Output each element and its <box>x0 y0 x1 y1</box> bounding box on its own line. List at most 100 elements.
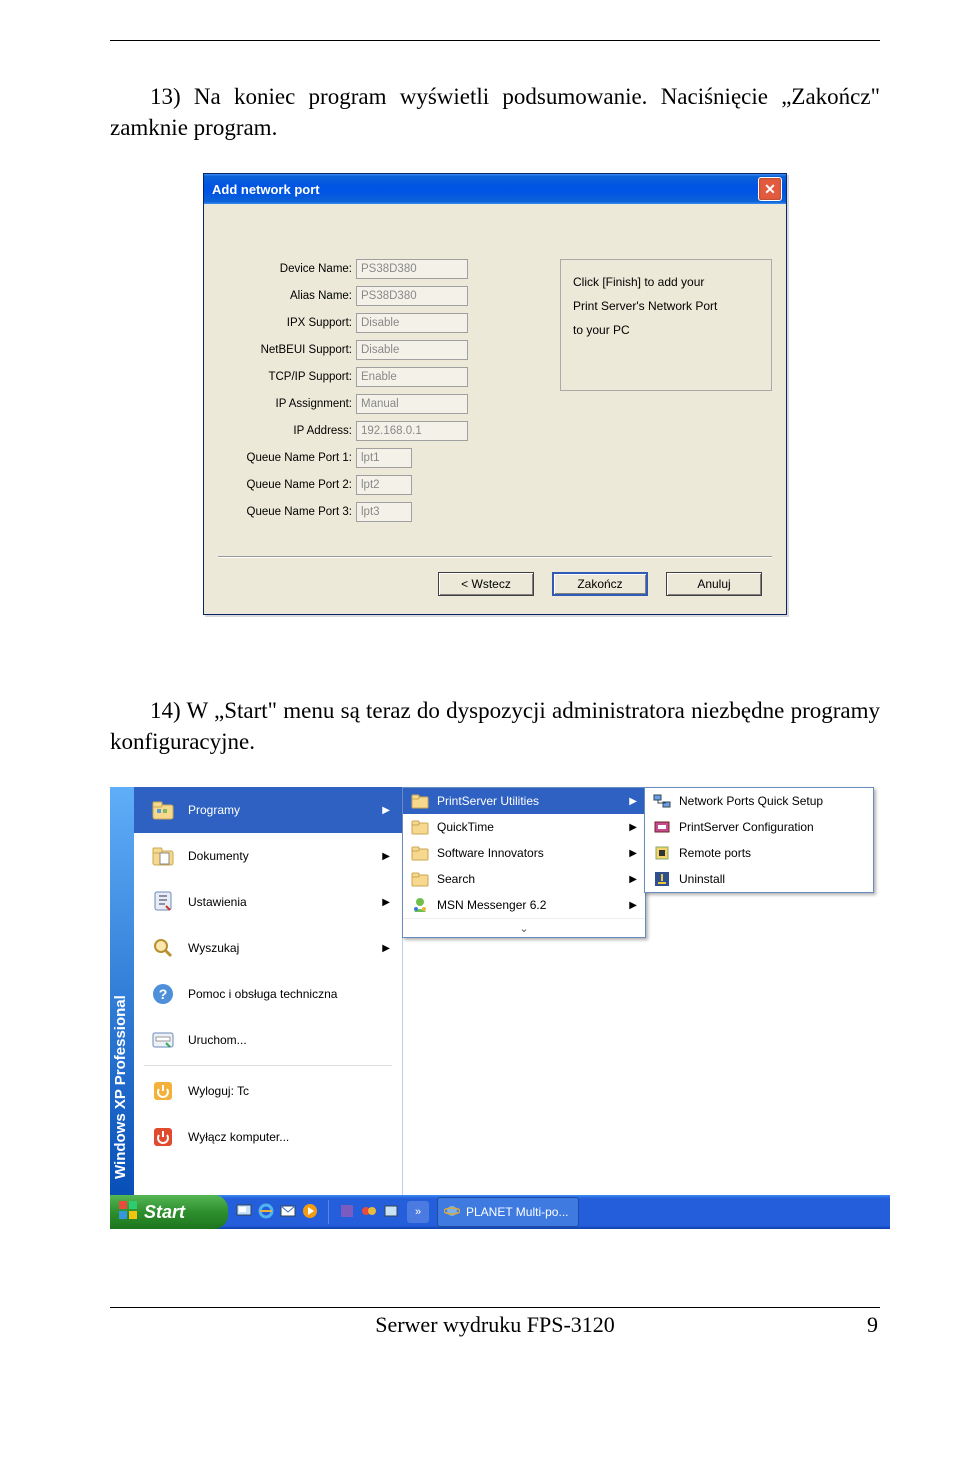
sidebar-item-dokumenty[interactable]: Dokumenty ▶ <box>134 833 402 879</box>
arrow-right-icon: ▶ <box>382 897 390 908</box>
ql-app2-icon[interactable] <box>361 1203 377 1222</box>
arrow-right-icon: ▶ <box>629 796 637 807</box>
submenu-item-printserver-utilities[interactable]: PrintServer Utilities ▶ <box>403 788 645 814</box>
q2-label: Queue Name Port 2: <box>218 479 356 491</box>
submenu-item-label: QuickTime <box>437 820 494 834</box>
submenu-item-search[interactable]: Search ▶ <box>403 866 645 892</box>
submenu-item-software-innovators[interactable]: Software Innovators ▶ <box>403 840 645 866</box>
logoff-icon <box>148 1079 178 1103</box>
sidebar-item-wyszukaj[interactable]: Wyszukaj ▶ <box>134 925 402 971</box>
alias-name-field <box>356 286 468 306</box>
submenu-printserver-utilities: Network Ports Quick Setup PrintServer Co… <box>644 787 874 893</box>
submenu-item-label: MSN Messenger 6.2 <box>437 898 546 912</box>
footer-center: Serwer wydruku FPS-3120 <box>375 1312 615 1338</box>
ip-addr-field <box>356 421 468 441</box>
taskbar-item-label: PLANET Multi-po... <box>466 1205 568 1219</box>
ipx-label: IPX Support: <box>218 317 356 329</box>
ipx-field <box>356 313 468 333</box>
settings-icon <box>148 890 178 914</box>
arrow-right-icon: ▶ <box>629 822 637 833</box>
paragraph-14: 14) W „Start" menu są teraz do dyspozycj… <box>110 695 880 757</box>
submenu-item-npqs[interactable]: Network Ports Quick Setup <box>645 788 873 814</box>
sidebar-item-wyloguj[interactable]: Wyloguj: Tc <box>134 1068 402 1114</box>
xp-vertical-bar: Windows XP Professional <box>110 787 134 1195</box>
submenu-item-psc[interactable]: PrintServer Configuration <box>645 814 873 840</box>
back-button[interactable]: < Wstecz <box>438 572 534 596</box>
uninstall-icon <box>651 870 673 888</box>
sidebar-item-label: Programy <box>188 803 240 817</box>
arrow-right-icon: ▶ <box>382 851 390 862</box>
device-name-label: Device Name: <box>218 263 356 275</box>
submenu-item-label: Search <box>437 872 475 886</box>
chevron-down-icon[interactable]: ⌄ <box>403 918 645 937</box>
sidebar-item-label: Ustawienia <box>188 895 247 909</box>
paragraph-13: 13) Na koniec program wyświetli podsumow… <box>110 81 880 143</box>
msn-icon <box>409 896 431 914</box>
run-icon <box>148 1029 178 1051</box>
sidebar-item-pomoc[interactable]: ? Pomoc i obsługa techniczna <box>134 971 402 1017</box>
ql-app3-icon[interactable] <box>383 1203 399 1222</box>
q1-field <box>356 448 412 468</box>
documents-icon <box>148 845 178 867</box>
folder-icon <box>409 845 431 861</box>
q3-label: Queue Name Port 3: <box>218 506 356 518</box>
ql-app-icon[interactable] <box>339 1203 355 1222</box>
sidebar-item-label: Wyszukaj <box>188 941 239 955</box>
ql-separator <box>328 1200 329 1224</box>
dialog-info-box: Click [Finish] to add your Print Server'… <box>560 259 772 391</box>
submenu-item-remote-ports[interactable]: Remote ports <box>645 840 873 866</box>
start-menu-left-column: Programy ▶ Dokumenty ▶ Ustawienia ▶ Wysz… <box>134 787 403 1195</box>
ip-assign-label: IP Assignment: <box>218 398 356 410</box>
netbeui-field <box>356 340 468 360</box>
q3-field <box>356 502 412 522</box>
dialog-separator <box>218 557 772 558</box>
submenu-item-uninstall[interactable]: Uninstall <box>645 866 873 892</box>
taskbar-chevron-icon[interactable]: » <box>407 1201 429 1223</box>
menu-divider <box>144 1065 392 1066</box>
ip-addr-label: IP Address: <box>218 425 356 437</box>
arrow-right-icon: ▶ <box>629 900 637 911</box>
port-icon <box>651 844 673 862</box>
ql-ie-icon[interactable] <box>258 1203 274 1222</box>
submenu-item-label: Network Ports Quick Setup <box>679 794 823 808</box>
sidebar-item-programy[interactable]: Programy ▶ <box>134 787 402 833</box>
help-icon: ? <box>148 982 178 1006</box>
tcpip-field <box>356 367 468 387</box>
add-network-port-dialog: Add network port ✕ Device Name: Alias Na… <box>203 173 787 615</box>
planet-icon <box>444 1203 460 1222</box>
start-button[interactable]: Start <box>110 1195 228 1229</box>
arrow-right-icon: ▶ <box>382 943 390 954</box>
submenu-item-quicktime[interactable]: QuickTime ▶ <box>403 814 645 840</box>
taskbar-item-planet[interactable]: PLANET Multi-po... <box>437 1197 579 1227</box>
sidebar-item-ustawienia[interactable]: Ustawienia ▶ <box>134 879 402 925</box>
sidebar-item-wylacz[interactable]: Wyłącz komputer... <box>134 1114 402 1160</box>
dialog-titlebar[interactable]: Add network port ✕ <box>204 174 786 204</box>
sidebar-item-uruchom[interactable]: Uruchom... <box>134 1017 402 1063</box>
dialog-title: Add network port <box>212 182 758 197</box>
sidebar-item-label: Pomoc i obsługa techniczna <box>188 987 337 1001</box>
folder-icon <box>409 819 431 835</box>
svg-text:?: ? <box>159 986 168 1002</box>
ip-assign-field <box>356 394 468 414</box>
ql-wmp-icon[interactable] <box>302 1203 318 1222</box>
close-icon[interactable]: ✕ <box>758 177 782 201</box>
tcpip-label: TCP/IP Support: <box>218 371 356 383</box>
finish-button[interactable]: Zakończ <box>552 572 648 596</box>
windows-logo-icon <box>118 1200 138 1225</box>
sidebar-item-label: Uruchom... <box>188 1033 247 1047</box>
start-menu-figure: Windows XP Professional Programy ▶ Dokum… <box>110 787 890 1237</box>
programs-icon <box>148 799 178 821</box>
sidebar-item-label: Wyłącz komputer... <box>188 1130 289 1144</box>
folder-icon <box>409 793 431 809</box>
arrow-right-icon: ▶ <box>382 805 390 816</box>
sidebar-item-label: Dokumenty <box>188 849 249 863</box>
submenu-item-label: Uninstall <box>679 872 725 886</box>
submenu-item-msn[interactable]: MSN Messenger 6.2 ▶ <box>403 892 645 918</box>
ql-desktop-icon[interactable] <box>236 1203 252 1222</box>
ql-oe-icon[interactable] <box>280 1203 296 1222</box>
cancel-button[interactable]: Anuluj <box>666 572 762 596</box>
arrow-right-icon: ▶ <box>629 874 637 885</box>
q2-field <box>356 475 412 495</box>
submenu-item-label: PrintServer Utilities <box>437 794 539 808</box>
netbeui-label: NetBEUI Support: <box>218 344 356 356</box>
